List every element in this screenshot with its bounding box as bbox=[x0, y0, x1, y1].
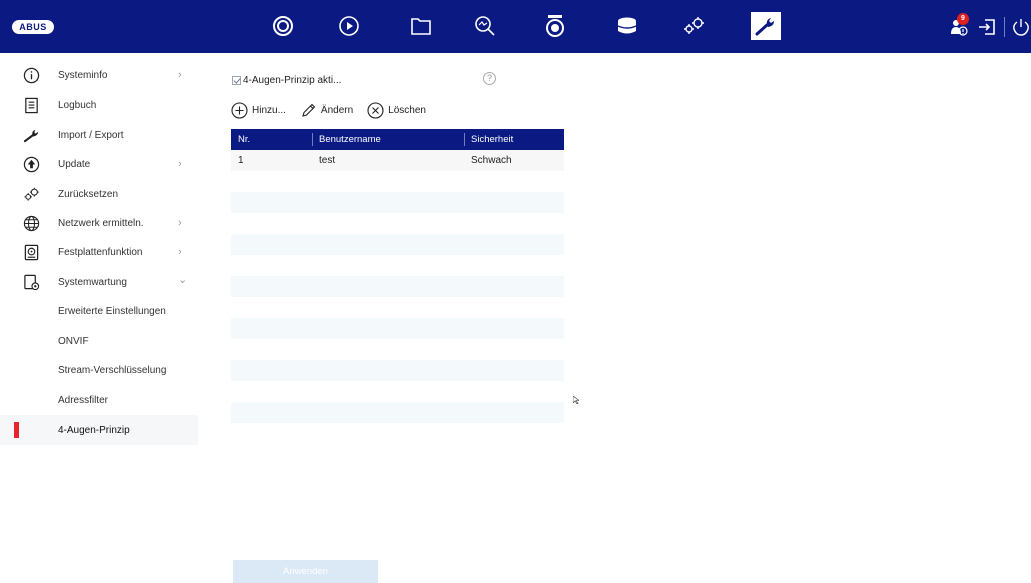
power-icon[interactable] bbox=[1010, 16, 1031, 38]
sidebar-item-onvif[interactable]: ONVIF bbox=[0, 326, 198, 356]
sidebar-item-label: Zurücksetzen bbox=[58, 188, 119, 200]
add-button-label: Hinzu... bbox=[252, 104, 286, 116]
chevron-right-icon: › bbox=[178, 158, 182, 170]
chevron-down-icon: ⌄ bbox=[178, 274, 188, 286]
sidebar-item-label: Import / Export bbox=[58, 129, 124, 141]
empty-table-row bbox=[231, 423, 564, 444]
edit-button-label: Ändern bbox=[320, 104, 354, 116]
sidebar-item-4-augen-prinzip[interactable]: 4-Augen-Prinzip bbox=[0, 415, 198, 445]
empty-table-row bbox=[231, 297, 564, 318]
chevron-right-icon: › bbox=[178, 246, 182, 258]
sidebar-item-import-export[interactable]: Import / Export bbox=[0, 120, 198, 150]
user-table: Nr. Benutzername Sicherheit 1 test Schwa… bbox=[231, 129, 564, 444]
sidebar-item-adressfilter[interactable]: Adressfilter bbox=[0, 385, 198, 415]
storage-icon[interactable] bbox=[614, 13, 640, 39]
mouse-cursor-icon bbox=[573, 396, 579, 404]
alert-count-badge: 9 bbox=[957, 13, 969, 25]
camera-icon[interactable] bbox=[542, 13, 568, 39]
table-row[interactable]: 1 test Schwach bbox=[231, 150, 564, 171]
add-button[interactable]: Hinzu... bbox=[231, 101, 286, 119]
maintenance-icon[interactable] bbox=[751, 12, 781, 40]
sidebar-item-label: Festplattenfunktion bbox=[58, 246, 143, 258]
sidebar-item-netzwerk[interactable]: Netzwerk ermitteln. › bbox=[0, 208, 198, 238]
empty-table-row bbox=[231, 402, 564, 423]
plus-circle-icon bbox=[231, 101, 248, 119]
topbar-divider bbox=[1004, 17, 1005, 37]
empty-table-row bbox=[231, 360, 564, 381]
update-icon bbox=[22, 155, 40, 173]
sidebar-item-label: 4-Augen-Prinzip bbox=[58, 424, 130, 436]
user-alert-icon[interactable]: 9 bbox=[948, 13, 970, 38]
pencil-icon bbox=[302, 103, 316, 117]
four-eyes-checkbox-label: 4-Augen-Prinzip akti... bbox=[243, 75, 342, 86]
empty-table-row bbox=[231, 318, 564, 339]
abus-logo: ABUS bbox=[12, 20, 54, 34]
info-icon bbox=[22, 66, 40, 84]
table-header: Nr. Benutzername Sicherheit bbox=[231, 129, 564, 150]
empty-table-row bbox=[231, 192, 564, 213]
empty-table-row bbox=[231, 234, 564, 255]
sidebar-item-zuruecksetzen[interactable]: Zurücksetzen bbox=[0, 179, 198, 209]
column-header-nr[interactable]: Nr. bbox=[231, 129, 312, 150]
cell-sicherheit: Schwach bbox=[471, 155, 512, 166]
sidebar-item-systeminfo[interactable]: Systeminfo › bbox=[0, 60, 198, 90]
sidebar-item-label: Systeminfo bbox=[58, 69, 108, 81]
chevron-right-icon: › bbox=[178, 69, 182, 81]
logbook-icon bbox=[22, 96, 40, 114]
sidebar-item-label: Logbuch bbox=[58, 99, 97, 111]
sidebar-item-label: Stream-Verschlüsselung bbox=[58, 364, 167, 376]
sidebar-item-logbuch[interactable]: Logbuch bbox=[0, 90, 198, 120]
main-content: 4-Augen-Prinzip akti... ? Hinzu... Änder… bbox=[198, 53, 1031, 583]
top-navigation-bar: ABUS 9 bbox=[0, 0, 1031, 53]
sidebar-item-label: Systemwartung bbox=[58, 276, 127, 288]
cell-benutzername: test bbox=[319, 155, 336, 166]
network-icon bbox=[22, 214, 40, 232]
configuration-icon[interactable] bbox=[681, 13, 707, 39]
sidebar-item-label: ONVIF bbox=[58, 335, 89, 347]
empty-table-row bbox=[231, 255, 564, 276]
four-eyes-checkbox[interactable] bbox=[232, 76, 241, 85]
empty-table-row bbox=[231, 276, 564, 297]
close-circle-icon bbox=[367, 101, 384, 119]
column-header-sicherheit[interactable]: Sicherheit bbox=[464, 129, 564, 150]
sidebar-item-label: Adressfilter bbox=[58, 394, 109, 406]
selected-marker bbox=[14, 422, 19, 438]
reset-icon bbox=[22, 185, 40, 203]
sidebar-item-festplattenfunktion[interactable]: Festplattenfunktion › bbox=[0, 237, 198, 267]
sidebar-item-update[interactable]: Update › bbox=[0, 149, 198, 179]
help-icon[interactable]: ? bbox=[483, 72, 496, 85]
sidebar-item-stream-verschluesselung[interactable]: Stream-Verschlüsselung bbox=[0, 355, 198, 385]
sidebar-item-erweiterte-einstellungen[interactable]: Erweiterte Einstellungen bbox=[0, 296, 198, 326]
table-body: 1 test Schwach bbox=[231, 150, 564, 444]
sidebar-item-label: Netzwerk ermitteln. bbox=[58, 217, 144, 229]
empty-table-row bbox=[231, 171, 564, 192]
cell-nr: 1 bbox=[238, 155, 244, 166]
column-header-benutzername[interactable]: Benutzername bbox=[312, 129, 464, 150]
apply-button[interactable]: Anwenden bbox=[233, 560, 378, 583]
sidebar-item-label: Erweiterte Einstellungen bbox=[58, 305, 166, 317]
empty-table-row bbox=[231, 381, 564, 402]
sidebar: Systeminfo › Logbuch Import / Export Upd… bbox=[0, 53, 198, 583]
four-eyes-checkbox-row[interactable]: 4-Augen-Prinzip akti... bbox=[232, 75, 341, 86]
sidebar-item-label: Update bbox=[58, 158, 91, 170]
live-view-icon[interactable] bbox=[270, 13, 296, 39]
hdd-icon bbox=[22, 243, 40, 261]
system-maintenance-icon bbox=[22, 273, 40, 291]
logout-icon[interactable] bbox=[976, 16, 998, 38]
delete-button[interactable]: Löschen bbox=[367, 101, 426, 119]
empty-table-row bbox=[231, 213, 564, 234]
edit-button[interactable]: Ändern bbox=[300, 102, 353, 119]
wrench-icon bbox=[22, 126, 40, 144]
empty-table-row bbox=[231, 339, 564, 360]
chevron-right-icon: › bbox=[178, 217, 182, 229]
toolbar: Hinzu... Ändern Löschen bbox=[231, 100, 440, 120]
sidebar-item-systemwartung[interactable]: Systemwartung ⌄ bbox=[0, 267, 198, 297]
file-manager-icon[interactable] bbox=[408, 13, 434, 39]
smart-search-icon[interactable] bbox=[472, 13, 498, 39]
delete-button-label: Löschen bbox=[388, 104, 426, 116]
playback-icon[interactable] bbox=[336, 13, 362, 39]
